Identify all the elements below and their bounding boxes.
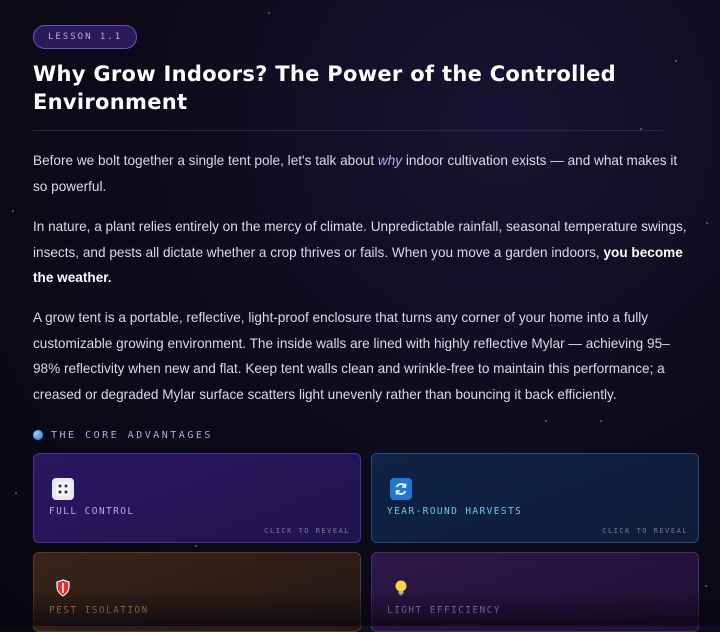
card-pest-isolation[interactable]: PEST ISOLATION: [33, 552, 361, 632]
title-divider: [33, 130, 663, 131]
card-hint: CLICK TO REVEAL: [264, 527, 350, 535]
card-hint: CLICK TO REVEAL: [602, 527, 688, 535]
dice-icon: [52, 478, 74, 500]
section-heading: THE CORE ADVANTAGES: [33, 427, 213, 443]
section-title: THE CORE ADVANTAGES: [51, 429, 213, 441]
globe-icon: [33, 430, 43, 440]
intro-text-start: Before we bolt together a single tent po…: [33, 153, 378, 168]
nature-text: In nature, a plant relies entirely on th…: [33, 219, 687, 260]
shield-icon: [52, 577, 74, 599]
card-full-control[interactable]: FULL CONTROL CLICK TO REVEAL: [33, 453, 361, 543]
card-label: PEST ISOLATION: [49, 605, 149, 616]
lightbulb-icon: [390, 577, 412, 599]
intro-paragraph: Before we bolt together a single tent po…: [33, 148, 688, 199]
lesson-badge: LESSON 1.1: [33, 25, 138, 49]
card-label: FULL CONTROL: [49, 506, 135, 517]
card-year-round-harvests[interactable]: YEAR-ROUND HARVESTS CLICK TO REVEAL: [371, 453, 699, 543]
card-light-efficiency[interactable]: LIGHT EFFICIENCY: [371, 552, 699, 632]
grow-tent-paragraph: A grow tent is a portable, reflective, l…: [33, 310, 670, 402]
card-label: YEAR-ROUND HARVESTS: [387, 506, 523, 517]
nature-paragraph: In nature, a plant relies entirely on th…: [33, 214, 688, 291]
cycle-icon: [390, 478, 412, 500]
intro-emphasis: why: [377, 153, 403, 168]
page-title: Why Grow Indoors? The Power of the Contr…: [33, 62, 617, 114]
card-label: LIGHT EFFICIENCY: [387, 605, 501, 616]
